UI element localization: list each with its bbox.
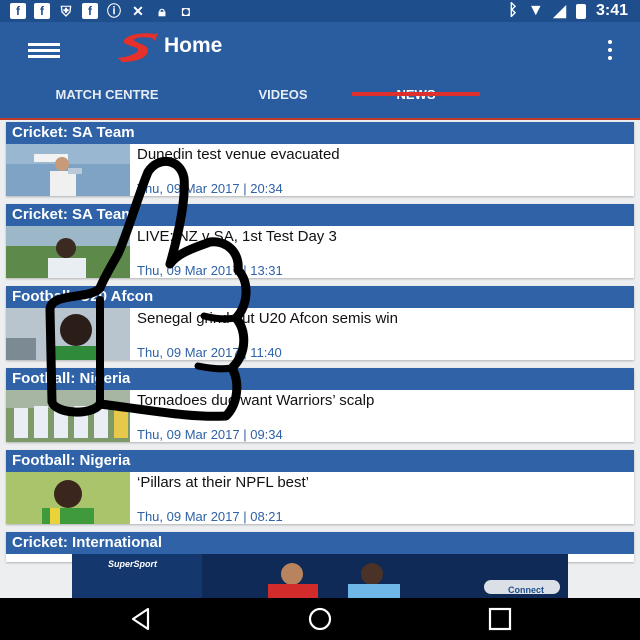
bluetooth-icon: ᛒ bbox=[508, 2, 518, 19]
news-category: Cricket: SA Team bbox=[6, 122, 634, 144]
clock: 3:41 bbox=[595, 2, 628, 19]
news-thumbnail bbox=[6, 308, 130, 360]
news-thumbnail bbox=[6, 144, 130, 196]
facebook-icon: f bbox=[82, 3, 98, 19]
news-card[interactable]: Football: Nigeria ‘Pillars at their NPFL… bbox=[6, 450, 634, 524]
news-date: Thu, 09 Mar 2017 | 20:34 bbox=[137, 181, 283, 196]
news-thumbnail bbox=[6, 472, 130, 524]
home-icon[interactable] bbox=[307, 606, 333, 632]
recent-apps-icon[interactable] bbox=[487, 606, 513, 632]
news-card[interactable]: Football: Nigeria Tornadoes duo want War… bbox=[6, 368, 634, 442]
tab-bar: MATCH CENTRE VIDEOS NEWS bbox=[0, 80, 640, 116]
signal-icon: ◢ bbox=[553, 3, 566, 20]
tools-icon: ✕ bbox=[132, 3, 144, 19]
shield-icon: ⛨ bbox=[60, 3, 72, 19]
ad-connect-button[interactable]: Connect bbox=[508, 585, 544, 595]
facebook-icon: f bbox=[34, 3, 50, 19]
news-card[interactable]: Cricket: SA Team LIVE: NZ v SA, 1st Test… bbox=[6, 204, 634, 278]
supersport-logo bbox=[118, 33, 158, 62]
news-date: Thu, 09 Mar 2017 | 13:31 bbox=[137, 263, 283, 278]
page-title: Home bbox=[164, 34, 223, 57]
ad-banner[interactable]: SuperSport Connect bbox=[72, 554, 568, 598]
news-headline: Senegal grind out U20 Afcon semis win bbox=[137, 310, 398, 327]
news-date: Thu, 09 Mar 2017 | 08:21 bbox=[137, 509, 283, 524]
news-category: Football: Nigeria bbox=[6, 368, 634, 390]
news-card[interactable]: Cricket: SA Team Dunedin test venue evac… bbox=[6, 122, 634, 196]
hamburger-menu-icon[interactable] bbox=[28, 40, 60, 62]
news-headline: ‘Pillars at their NPFL best’ bbox=[137, 474, 310, 491]
tab-news[interactable]: NEWS bbox=[352, 80, 480, 116]
news-thumbnail bbox=[6, 226, 130, 278]
more-options-icon[interactable] bbox=[606, 40, 614, 60]
game-icon: ◘ bbox=[181, 3, 191, 19]
ad-brand: SuperSport bbox=[108, 559, 158, 569]
navigation-bar bbox=[0, 598, 640, 640]
info-icon: ⓘ bbox=[107, 3, 121, 19]
news-thumbnail bbox=[6, 390, 130, 442]
news-list: Cricket: SA Team Dunedin test venue evac… bbox=[0, 120, 640, 598]
lock-icon: 🔒︎ bbox=[158, 3, 166, 19]
status-bar: f f ⛨ f ⓘ ✕ 🔒︎ ◘ ᛒ ▼ ◢ 3:41 bbox=[0, 0, 640, 22]
news-category: Football: Nigeria bbox=[6, 450, 634, 472]
tab-videos[interactable]: VIDEOS bbox=[224, 80, 342, 116]
back-icon[interactable] bbox=[128, 606, 154, 632]
news-date: Thu, 09 Mar 2017 | 09:34 bbox=[137, 427, 283, 442]
news-date: Thu, 09 Mar 2017 | 11:40 bbox=[137, 345, 282, 360]
news-card[interactable]: Football: U20 Afcon Senegal grind out U2… bbox=[6, 286, 634, 360]
wifi-icon: ▼ bbox=[527, 2, 544, 19]
news-category: Football: U20 Afcon bbox=[6, 286, 634, 308]
news-headline: LIVE: NZ v SA, 1st Test Day 3 bbox=[137, 228, 337, 245]
news-headline: Tornadoes duo want Warriors’ scalp bbox=[137, 392, 375, 409]
facebook-icon: f bbox=[10, 3, 26, 19]
app-bar: Home MATCH CENTRE VIDEOS NEWS bbox=[0, 22, 640, 118]
battery-icon bbox=[575, 3, 586, 19]
news-category: Cricket: SA Team bbox=[6, 204, 634, 226]
news-headline: Dunedin test venue evacuated bbox=[137, 146, 340, 163]
active-tab-indicator bbox=[352, 92, 480, 96]
news-category: Cricket: International bbox=[6, 532, 634, 554]
tab-match-centre[interactable]: MATCH CENTRE bbox=[30, 80, 184, 116]
